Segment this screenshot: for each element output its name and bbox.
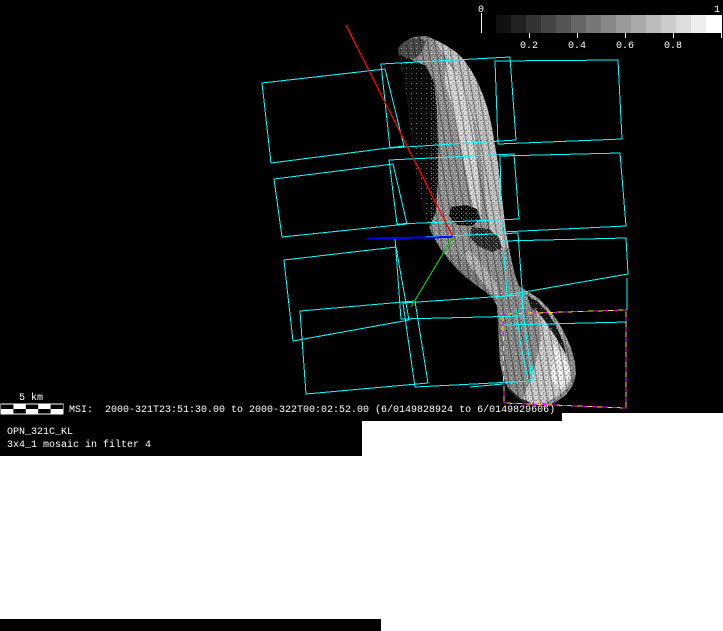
svg-text:0.4: 0.4 bbox=[568, 41, 586, 52]
svg-text:5 km: 5 km bbox=[19, 392, 43, 404]
svg-text:0.2: 0.2 bbox=[520, 41, 538, 52]
svg-text:0: 0 bbox=[478, 5, 484, 16]
svg-text:OPN_321C_KL: OPN_321C_KL bbox=[7, 427, 73, 438]
svg-text:3x4_1 mosaic in filter 4: 3x4_1 mosaic in filter 4 bbox=[7, 439, 151, 451]
svg-text:1: 1 bbox=[714, 5, 720, 16]
svg-text:0.6: 0.6 bbox=[616, 41, 634, 52]
svg-text:MSI: 2000-321T23:51:30.00 to: MSI: 2000-321T23:51:30.00 to 2000-322T00… bbox=[69, 404, 555, 416]
svg-text:0.8: 0.8 bbox=[664, 41, 682, 52]
